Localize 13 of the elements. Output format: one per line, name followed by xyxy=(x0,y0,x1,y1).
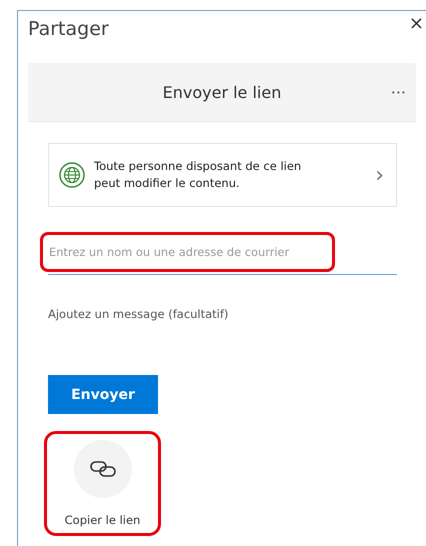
copy-link-label: Copier le lien xyxy=(64,513,140,527)
globe-icon xyxy=(59,162,85,188)
chevron-icon: › xyxy=(375,162,384,188)
link-settings-button[interactable]: Toute personne disposant de ce lien peut modifier le contenu. › xyxy=(48,143,397,207)
link-icon xyxy=(88,460,118,478)
close-button[interactable]: × xyxy=(406,13,426,34)
recipient-field[interactable]: Entrez un nom ou une adresse de courrier xyxy=(40,232,335,272)
link-permission-text: Toute personne disposant de ce lien peut modifier le contenu. xyxy=(94,158,302,192)
window-title: Partager xyxy=(28,17,110,42)
send-button[interactable]: Envoyer xyxy=(48,375,158,414)
copy-link-button[interactable]: Copier le lien xyxy=(44,431,161,536)
header-title: Envoyer le lien xyxy=(162,82,282,102)
more-button[interactable]: ··· xyxy=(390,82,406,102)
